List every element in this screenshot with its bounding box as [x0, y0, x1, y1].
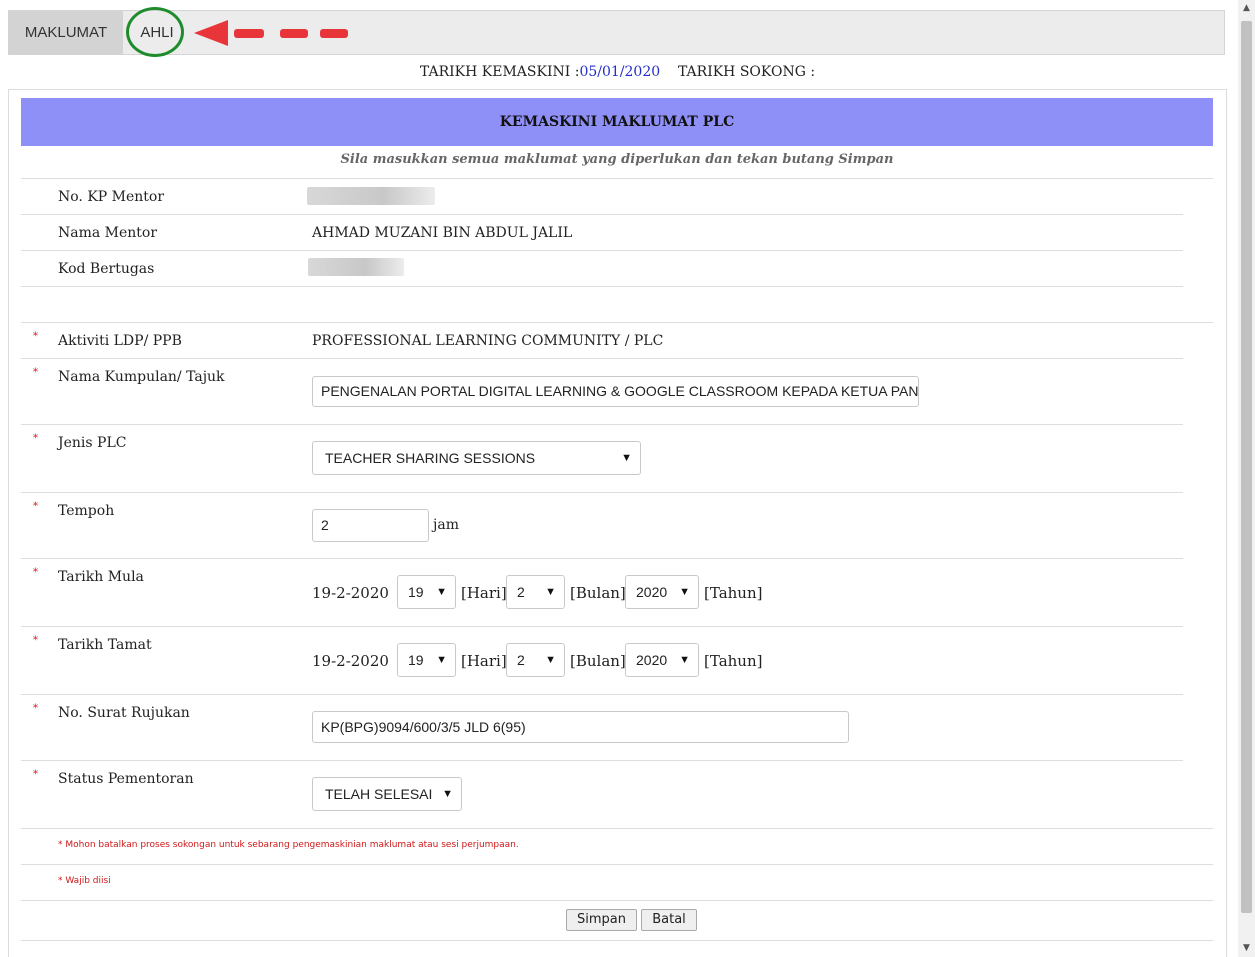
- divider: [21, 900, 1213, 901]
- divider: [21, 322, 1213, 323]
- duration-label: Tempoh: [58, 503, 115, 519]
- chevron-down-icon: ▼: [436, 586, 447, 598]
- divider: [21, 694, 1183, 695]
- end-date-text: 19-2-2020: [312, 652, 389, 670]
- annotation-arrow-icon: [194, 20, 348, 46]
- chevron-down-icon: ▼: [545, 654, 556, 666]
- end-year-select[interactable]: 2020 ▼: [625, 643, 699, 677]
- form-header: KEMASKINI MAKLUMAT PLC: [21, 98, 1213, 146]
- group-name-label: Nama Kumpulan/ Tajuk: [58, 369, 225, 385]
- end-year-value: 2020: [636, 652, 668, 668]
- start-year-value: 2020: [636, 584, 668, 600]
- status-label: Status Pementoran: [58, 771, 194, 787]
- end-date-label: Tarikh Tamat: [58, 637, 152, 653]
- status-value: TELAH SELESAI: [325, 786, 433, 802]
- mentor-name-value: AHMAD MUZANI BIN ABDUL JALIL: [312, 225, 573, 241]
- ref-number-label: No. Surat Rujukan: [58, 705, 190, 721]
- chevron-down-icon: ▼: [545, 586, 556, 598]
- duration-input[interactable]: 2: [312, 509, 429, 542]
- required-star: *: [33, 501, 38, 512]
- chevron-down-icon: ▼: [621, 452, 632, 464]
- required-star: *: [33, 367, 38, 378]
- cancel-note: * Mohon batalkan proses sokongan untuk s…: [58, 840, 519, 850]
- mentor-name-label: Nama Mentor: [58, 225, 158, 241]
- annotation-circle: [126, 7, 184, 57]
- plc-type-value: TEACHER SHARING SESSIONS: [325, 450, 536, 466]
- divider: [21, 424, 1183, 425]
- save-button[interactable]: Simpan: [566, 909, 637, 931]
- divider: [21, 178, 1213, 179]
- divider: [21, 864, 1213, 865]
- dates-line: TARIKH KEMASKINI :05/01/2020 TARIKH SOKO…: [0, 64, 1235, 80]
- divider: [21, 760, 1183, 761]
- status-select[interactable]: TELAH SELESAI ▼: [312, 777, 462, 811]
- scroll-down-icon[interactable]: ▼: [1238, 940, 1255, 957]
- divider: [21, 286, 1183, 287]
- required-note: * Wajib diisi: [58, 876, 111, 886]
- day-unit: [Hari]: [461, 584, 507, 602]
- start-month-value: 2: [517, 584, 525, 600]
- updated-date-label: TARIKH KEMASKINI :: [419, 64, 580, 80]
- start-day-select[interactable]: 19 ▼: [397, 575, 456, 609]
- required-star: *: [33, 703, 38, 714]
- divider: [21, 214, 1183, 215]
- end-month-value: 2: [517, 652, 525, 668]
- month-unit: [Bulan]: [570, 652, 626, 670]
- form-frame: [8, 89, 1227, 957]
- activity-value: PROFESSIONAL LEARNING COMMUNITY / PLC: [312, 333, 664, 349]
- tab-maklumat[interactable]: MAKLUMAT: [9, 11, 123, 55]
- required-star: *: [33, 331, 38, 342]
- divider: [21, 828, 1213, 829]
- form-instruction: Sila masukkan semua maklumat yang diperl…: [340, 152, 894, 167]
- divider: [21, 492, 1183, 493]
- divider: [21, 558, 1183, 559]
- duty-code-label: Kod Bertugas: [58, 261, 155, 277]
- end-day-select[interactable]: 19 ▼: [397, 643, 456, 677]
- vertical-scrollbar[interactable]: ▲ ▼: [1238, 0, 1255, 957]
- activity-label: Aktiviti LDP/ PPB: [58, 333, 182, 349]
- duty-code-redacted: [308, 258, 404, 276]
- scroll-thumb[interactable]: [1241, 21, 1252, 913]
- start-year-select[interactable]: 2020 ▼: [625, 575, 699, 609]
- start-date-label: Tarikh Mula: [58, 569, 144, 585]
- divider: [21, 626, 1183, 627]
- required-star: *: [33, 433, 38, 444]
- updated-date-value: 05/01/2020: [579, 64, 661, 80]
- year-unit: [Tahun]: [704, 652, 763, 670]
- group-name-input[interactable]: PENGENALAN PORTAL DIGITAL LEARNING & GOO…: [312, 376, 919, 407]
- mentor-ic-redacted: [307, 187, 435, 205]
- chevron-down-icon: ▼: [442, 788, 453, 800]
- support-date-label: TARIKH SOKONG :: [677, 64, 816, 80]
- start-month-select[interactable]: 2 ▼: [506, 575, 565, 609]
- divider: [21, 358, 1183, 359]
- ref-number-input[interactable]: KP(BPG)9094/600/3/5 JLD 6(95): [312, 711, 849, 743]
- required-star: *: [33, 769, 38, 780]
- chevron-down-icon: ▼: [679, 586, 690, 598]
- required-star: *: [33, 567, 38, 578]
- divider: [21, 250, 1183, 251]
- start-date-text: 19-2-2020: [312, 584, 389, 602]
- year-unit: [Tahun]: [704, 584, 763, 602]
- month-unit: [Bulan]: [570, 584, 626, 602]
- divider: [21, 940, 1213, 941]
- cancel-button[interactable]: Batal: [641, 909, 697, 931]
- chevron-down-icon: ▼: [679, 654, 690, 666]
- start-day-value: 19: [408, 584, 424, 600]
- mentor-ic-label: No. KP Mentor: [58, 189, 165, 205]
- scroll-up-icon[interactable]: ▲: [1238, 0, 1255, 17]
- end-month-select[interactable]: 2 ▼: [506, 643, 565, 677]
- plc-type-select[interactable]: TEACHER SHARING SESSIONS ▼: [312, 441, 641, 475]
- required-star: *: [33, 635, 38, 646]
- day-unit: [Hari]: [461, 652, 507, 670]
- duration-unit: jam: [433, 517, 459, 533]
- end-day-value: 19: [408, 652, 424, 668]
- plc-type-label: Jenis PLC: [58, 435, 127, 451]
- chevron-down-icon: ▼: [436, 654, 447, 666]
